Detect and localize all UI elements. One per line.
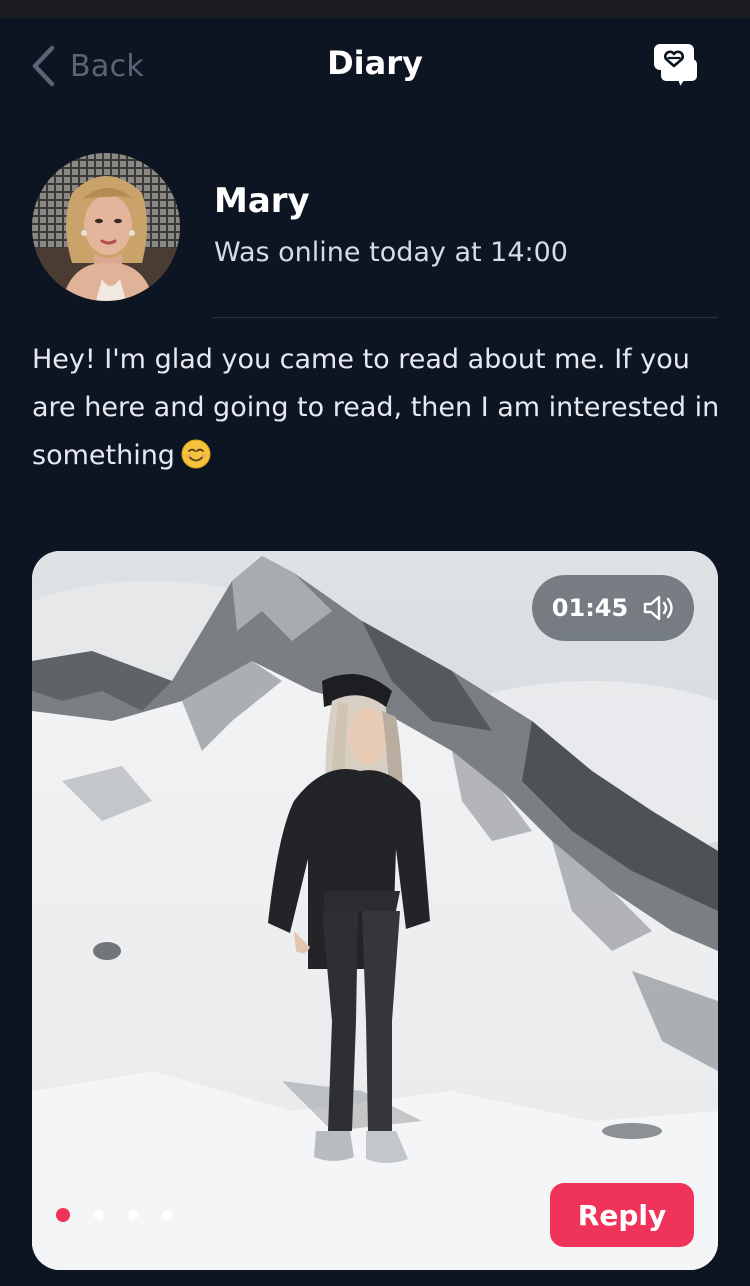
divider	[212, 317, 718, 318]
smiling-face-emoji	[181, 439, 211, 469]
bio-content: Hey! I'm glad you came to read about me.…	[32, 344, 720, 471]
slide-dot[interactable]	[162, 1210, 172, 1220]
profile-header: Mary Was online today at 14:00	[32, 153, 722, 323]
heart-chat-icon	[654, 44, 699, 91]
avatar-photo	[32, 153, 180, 301]
bio-text: Hey! I'm glad you came to read about me.…	[32, 336, 722, 480]
online-status: Was online today at 14:00	[214, 237, 568, 268]
snowy-mountain-photo	[32, 551, 718, 1270]
slide-indicator	[56, 1208, 196, 1222]
slide-dot-active[interactable]	[56, 1208, 70, 1222]
diary-media-card[interactable]: 01:45 Reply	[32, 551, 718, 1270]
chat-button[interactable]	[652, 40, 704, 92]
slide-dot[interactable]	[94, 1210, 104, 1220]
avatar[interactable]	[32, 153, 180, 301]
page-title: Diary	[327, 44, 423, 82]
speaker-icon	[644, 595, 673, 621]
status-bar	[0, 0, 750, 18]
reply-button[interactable]: Reply	[550, 1183, 694, 1247]
profile-name: Mary	[214, 181, 310, 221]
navigation-bar: Back Diary	[0, 18, 750, 110]
audio-duration: 01:45	[551, 594, 629, 622]
slide-dot[interactable]	[128, 1210, 138, 1220]
audio-playback-pill[interactable]: 01:45	[532, 575, 694, 641]
